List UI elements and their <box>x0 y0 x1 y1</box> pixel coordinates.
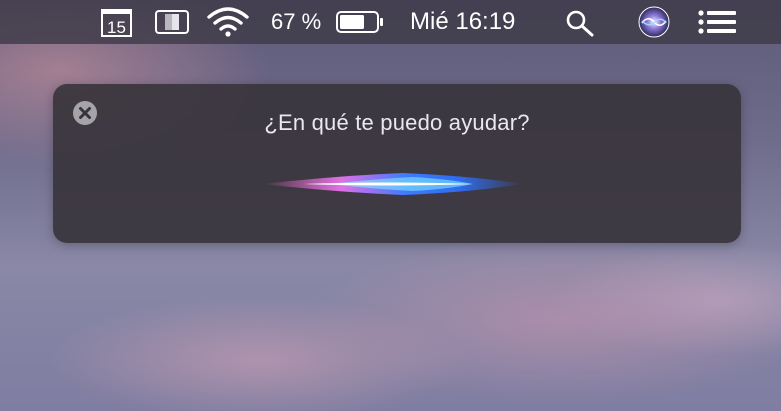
wifi-icon[interactable] <box>206 6 250 38</box>
siri-waveform <box>113 173 673 195</box>
clock-label: Mié 16:19 <box>410 8 516 35</box>
battery-icon[interactable] <box>336 11 384 33</box>
calendar-icon[interactable]: 15 <box>101 8 132 37</box>
battery-percentage-label: 67 % <box>271 9 322 34</box>
menu-bar: 15 67 % Mié 16:19 <box>0 0 781 44</box>
battery-percentage[interactable]: 67 % <box>271 0 321 44</box>
notification-center-icon[interactable] <box>698 10 738 34</box>
siri-prompt: ¿En qué te puedo ayudar? <box>264 110 530 135</box>
calendar-day-label: 15 <box>107 18 126 37</box>
siri-panel: ¿En qué te puedo ayudar? <box>53 84 741 243</box>
menu-bar-clock[interactable]: Mié 16:19 <box>410 0 515 44</box>
siri-icon[interactable] <box>638 6 670 38</box>
display-mirroring-icon[interactable] <box>155 10 189 34</box>
spotlight-search-icon[interactable] <box>565 9 595 37</box>
